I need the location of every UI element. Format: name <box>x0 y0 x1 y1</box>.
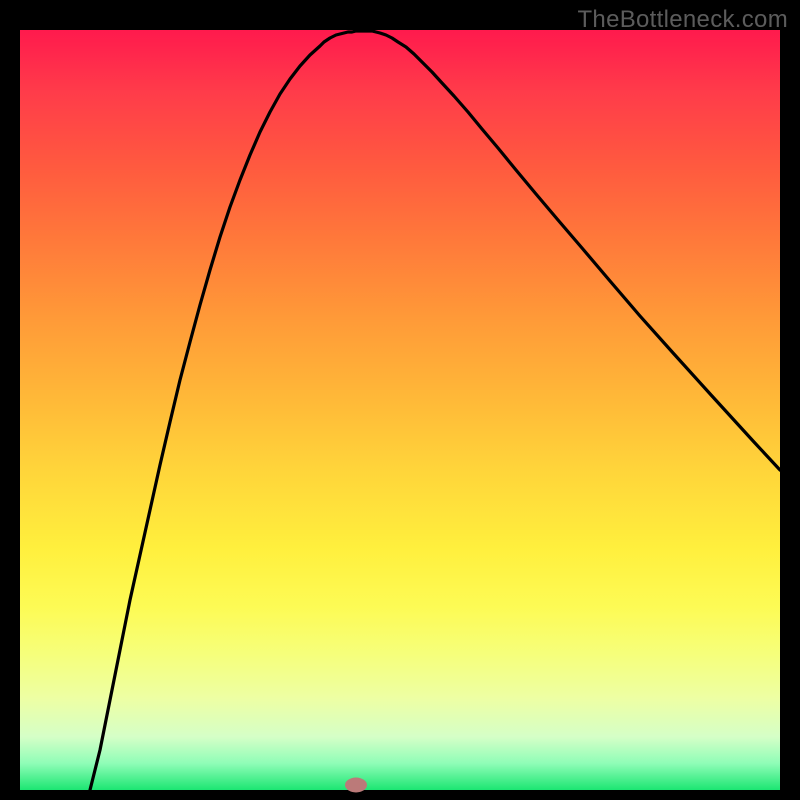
watermark-text: TheBottleneck.com <box>577 6 788 34</box>
gradient-plot-area <box>20 30 780 790</box>
image-frame: TheBottleneck.com <box>0 0 800 800</box>
optimum-marker <box>345 778 367 793</box>
bottleneck-curve <box>20 30 780 790</box>
